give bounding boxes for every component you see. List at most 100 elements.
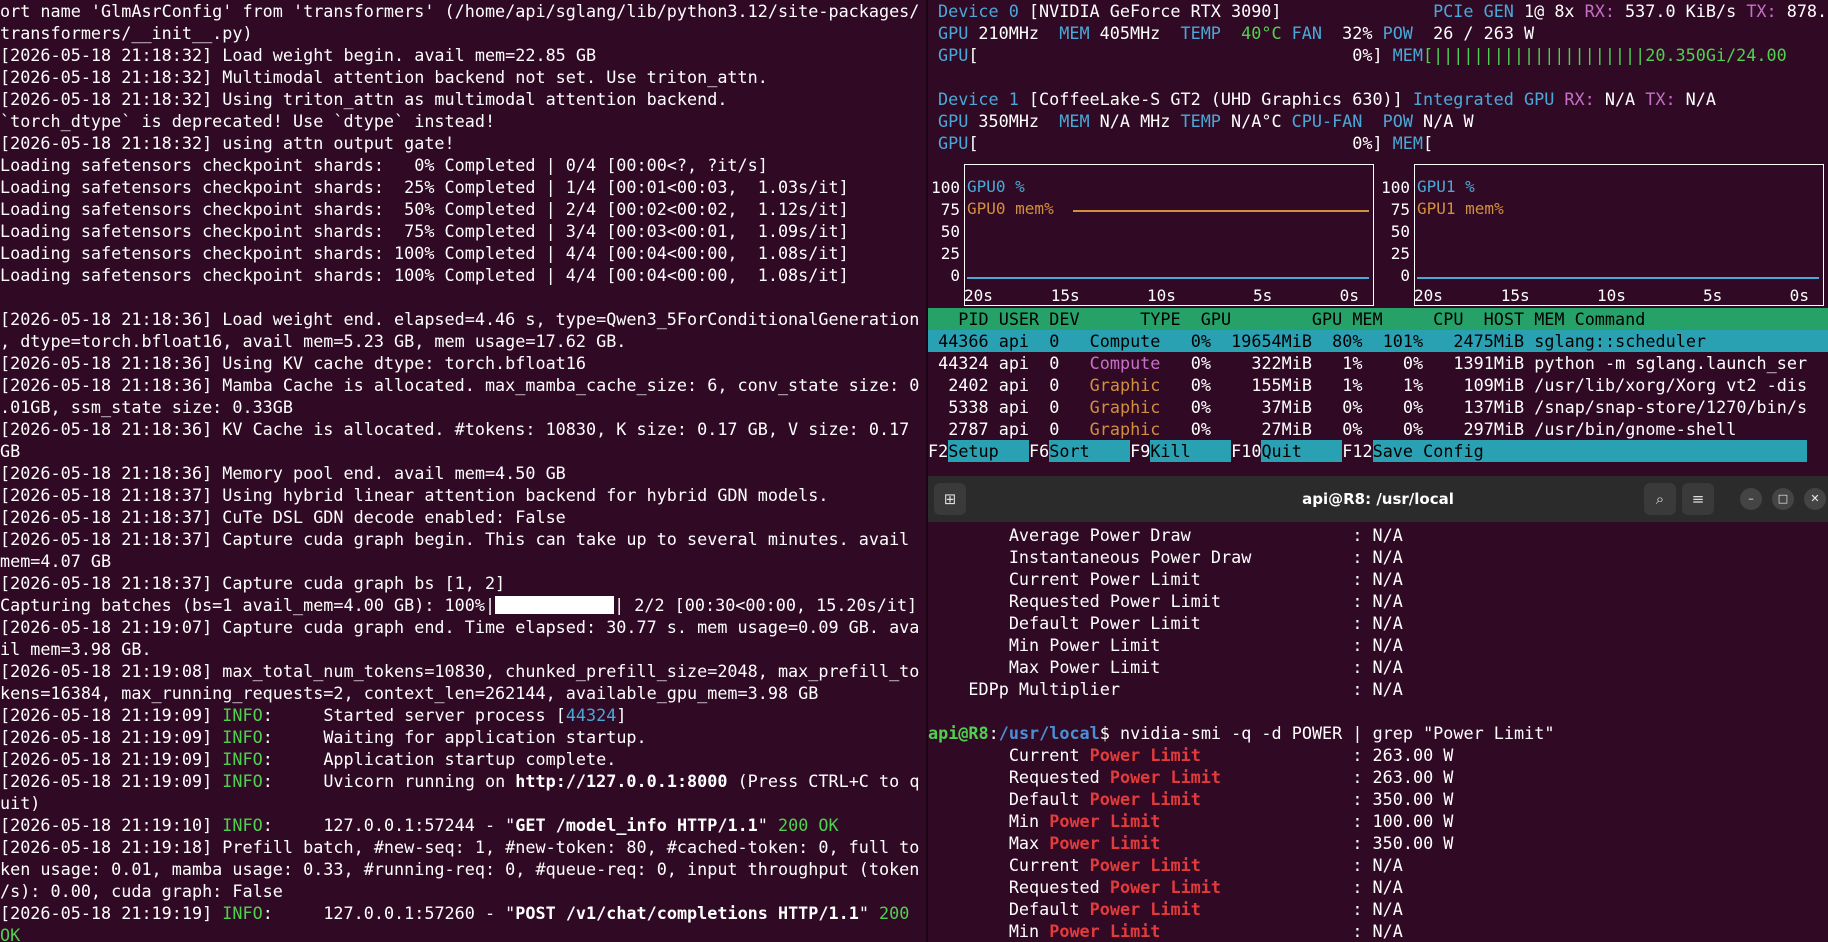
log-line: kens=16384, max_running_requests=2, cont… bbox=[0, 683, 819, 703]
log-line: [2026-05-18 21:19:19] INFO: 127.0.0.1:57… bbox=[0, 903, 910, 923]
process-pid: 5338 bbox=[928, 397, 989, 417]
process-gpu: 0% bbox=[1160, 397, 1211, 417]
bottom-terminal-window[interactable]: ⊞ api@R8: /usr/local ⌕ ≡ – □ ✕ Average P… bbox=[928, 476, 1828, 942]
chart-legend-util: GPU1 % bbox=[1417, 177, 1475, 196]
process-user: api bbox=[988, 375, 1030, 395]
log-line: Loading safetensors checkpoint shards: 0… bbox=[0, 155, 768, 175]
power-label: Default bbox=[928, 899, 1090, 919]
process-gpumem: 322MiB 1% bbox=[1210, 353, 1363, 373]
power-value: : N/A bbox=[1160, 921, 1403, 941]
process-user: api bbox=[988, 419, 1030, 439]
process-cpu: 0% bbox=[1362, 397, 1424, 417]
y-tick: 75 bbox=[1390, 200, 1410, 219]
minimize-icon[interactable]: – bbox=[1740, 488, 1762, 510]
grep-match: Power Limit bbox=[1089, 745, 1201, 765]
fkey-f9: F9 bbox=[1130, 441, 1151, 461]
process-hostmem: 1391MiB bbox=[1423, 353, 1525, 373]
util-series-line bbox=[967, 277, 1369, 279]
gpu0-chart: 100 75 50 25 0 GPU0 % GPU0 mem% 20s 15s … bbox=[928, 164, 1374, 308]
log-line: [2026-05-18 21:19:07] Capture cuda graph… bbox=[0, 617, 920, 637]
power-label: Min bbox=[928, 921, 1050, 941]
log-line: [2026-05-18 21:18:32] Load weight begin.… bbox=[0, 45, 597, 65]
hamburger-menu-icon[interactable]: ≡ bbox=[1682, 483, 1714, 515]
power-label: Min bbox=[928, 811, 1050, 831]
x-axis-labels: 20s 15s 10s 5s 0s bbox=[964, 286, 1359, 305]
output-line: Min Power Limit : N/A bbox=[928, 635, 1403, 655]
log-line: [2026-05-18 21:18:32] using attn output … bbox=[0, 133, 455, 153]
power-value: : 263.00 W bbox=[1221, 767, 1454, 787]
mem-series-line bbox=[1073, 210, 1369, 212]
left-terminal-pane[interactable]: ort name 'GlmAsrConfig' from 'transforme… bbox=[0, 0, 926, 942]
search-icon[interactable]: ⌕ bbox=[1644, 483, 1676, 515]
process-type: Compute bbox=[1059, 353, 1161, 373]
process-hostmem: 109MiB bbox=[1423, 375, 1525, 395]
power-limit-row: Current Power Limit : N/A bbox=[928, 854, 1828, 876]
y-tick: 100 bbox=[931, 178, 960, 197]
log-line: [2026-05-18 21:18:36] Mamba Cache is all… bbox=[0, 375, 920, 395]
capture-suffix: | 2/2 [00:30<00:00, 15.20s/it] bbox=[614, 595, 918, 615]
process-row[interactable]: 2787 api 0 Graphic 0% 27MiB 0% 0% 297MiB… bbox=[928, 418, 1828, 440]
output-line: Max Power Limit : N/A bbox=[928, 657, 1403, 677]
process-cpu: 0% bbox=[1362, 419, 1424, 439]
log-line: [2026-05-18 21:18:36] Using KV cache dty… bbox=[0, 353, 586, 373]
y-tick: 0 bbox=[950, 266, 960, 285]
grep-match: Power Limit bbox=[1089, 855, 1201, 875]
log-line: [2026-05-18 21:19:09] INFO: Waiting for … bbox=[0, 727, 647, 747]
process-row[interactable]: 44366 api 0 Compute 0% 19654MiB 80% 101%… bbox=[928, 330, 1828, 352]
y-tick: 75 bbox=[940, 200, 960, 219]
power-value: : 350.00 W bbox=[1160, 833, 1454, 853]
maximize-icon[interactable]: □ bbox=[1772, 488, 1794, 510]
process-user: api bbox=[988, 397, 1030, 417]
left-terminal-output: ort name 'GlmAsrConfig' from 'transforme… bbox=[0, 0, 926, 594]
log-line: [2026-05-18 21:18:37] CuTe DSL GDN decod… bbox=[0, 507, 566, 527]
power-value: : N/A bbox=[1200, 855, 1403, 875]
log-line: [2026-05-18 21:18:36] Memory pool end. a… bbox=[0, 463, 566, 483]
log-line: [2026-05-18 21:19:10] INFO: 127.0.0.1:57… bbox=[0, 815, 839, 835]
process-row[interactable]: 2402 api 0 Graphic 0% 155MiB 1% 1% 109Mi… bbox=[928, 374, 1828, 396]
fkey-button[interactable]: Sort bbox=[1049, 440, 1131, 462]
log-line: Loading safetensors checkpoint shards: 1… bbox=[0, 265, 849, 285]
process-gpu: 0% bbox=[1160, 331, 1211, 351]
log-line: [2026-05-18 21:18:37] Using hybrid linea… bbox=[0, 485, 829, 505]
log-line: [2026-05-18 21:19:08] max_total_num_toke… bbox=[0, 661, 920, 681]
fkey-button[interactable]: Save Config bbox=[1372, 440, 1808, 462]
log-line: , dtype=torch.bfloat16, avail mem=5.23 G… bbox=[0, 331, 627, 351]
output-line: Default Power Limit : N/A bbox=[928, 613, 1403, 633]
fkey-button[interactable]: Quit bbox=[1261, 440, 1343, 462]
process-gpumem: 37MiB 0% bbox=[1210, 397, 1363, 417]
process-dev: 0 bbox=[1029, 419, 1060, 439]
process-row[interactable]: 5338 api 0 Graphic 0% 37MiB 0% 0% 137MiB… bbox=[928, 396, 1828, 418]
log-line: mem=4.07 GB bbox=[0, 551, 112, 571]
fkey-f2: F2 bbox=[928, 441, 949, 461]
chart-legend-mem: GPU1 mem% bbox=[1417, 199, 1504, 218]
close-icon[interactable]: ✕ bbox=[1804, 488, 1826, 510]
process-row[interactable]: 44324 api 0 Compute 0% 322MiB 1% 0% 1391… bbox=[928, 352, 1828, 374]
process-pid: 44324 bbox=[928, 353, 989, 373]
process-cmd: sglang::scheduler bbox=[1524, 331, 1707, 351]
power-limit-row: Min Power Limit : 100.00 W bbox=[928, 810, 1828, 832]
log-line: OK bbox=[0, 925, 21, 942]
process-hostmem: 2475MiB bbox=[1423, 331, 1525, 351]
fkey-button[interactable]: Kill bbox=[1150, 440, 1232, 462]
process-cmd: python -m sglang.launch_ser bbox=[1524, 353, 1808, 373]
x-axis-labels: 20s 15s 10s 5s 0s bbox=[1414, 286, 1809, 305]
log-line: ken usage: 0.01, mamba usage: 0.33, #run… bbox=[0, 859, 920, 879]
device1-line3: GPU[ 0%] MEM[ bbox=[938, 133, 1434, 153]
log-line: `torch_dtype` is deprecated! Use `dtype`… bbox=[0, 111, 496, 131]
output-line: EDPp Multiplier : N/A bbox=[928, 679, 1403, 699]
fkey-f10: F10 bbox=[1231, 441, 1262, 461]
process-table: 44366 api 0 Compute 0% 19654MiB 80% 101%… bbox=[928, 330, 1828, 440]
grep-match: Power Limit bbox=[1089, 789, 1201, 809]
process-hostmem: 137MiB bbox=[1423, 397, 1525, 417]
process-dev: 0 bbox=[1029, 397, 1060, 417]
fkey-button[interactable]: Setup bbox=[948, 440, 1030, 462]
power-value: : N/A bbox=[1200, 899, 1403, 919]
log-line: transformers/__init__.py) bbox=[0, 23, 253, 43]
function-key-bar: F2Setup F6Sort F9Kill F10Quit F12Save Co… bbox=[928, 440, 1828, 462]
process-cpu: 0% bbox=[1362, 353, 1424, 373]
power-value: : N/A bbox=[1221, 877, 1403, 897]
chart-legend-mem: GPU0 mem% bbox=[967, 199, 1054, 218]
nvtop-pane[interactable]: Device 0 [NVIDIA GeForce RTX 3090] PCIe … bbox=[928, 0, 1828, 476]
log-line: il mem=3.98 GB. bbox=[0, 639, 152, 659]
